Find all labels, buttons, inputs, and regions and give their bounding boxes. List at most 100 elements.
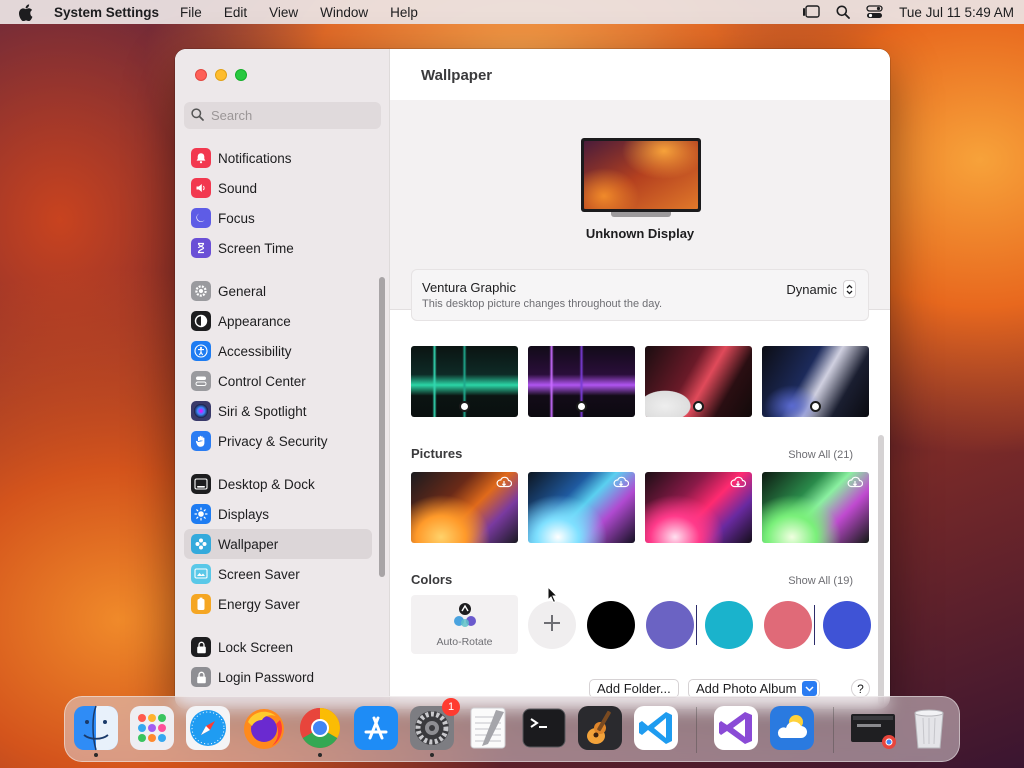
- dynamic-badge-icon: [693, 401, 704, 412]
- sidebar-item-login-password[interactable]: Login Password: [184, 662, 372, 692]
- sidebar-scrollbar[interactable]: [379, 277, 385, 577]
- dock-app-terminal[interactable]: [520, 704, 568, 752]
- sidebar-item-notifications[interactable]: Notifications: [184, 143, 372, 173]
- sidebar-item-label: Lock Screen: [218, 639, 294, 655]
- pictures-show-all[interactable]: Show All (21): [788, 449, 853, 461]
- dock-app-system-settings[interactable]: 1: [408, 698, 460, 757]
- running-indicator: [430, 753, 434, 757]
- stage-manager-icon[interactable]: [802, 5, 820, 19]
- menu-app-name[interactable]: System Settings: [54, 5, 159, 20]
- weather-icon: [768, 706, 816, 755]
- sidebar-item-lock-screen[interactable]: Lock Screen: [184, 632, 372, 662]
- sidebar-item-label: Wallpaper: [218, 536, 279, 552]
- color-swatch[interactable]: [705, 600, 753, 649]
- wallpaper-thumbnail[interactable]: [528, 346, 635, 417]
- sidebar-group: Desktop & Dock Displays Wallpaper Screen Sa…: [184, 469, 372, 619]
- dynamic-badge-icon: [810, 401, 821, 412]
- color-swatch[interactable]: [764, 600, 815, 649]
- wallpaper-thumbnail[interactable]: [762, 346, 869, 417]
- dock-app-finder[interactable]: [72, 704, 120, 757]
- color-swatch[interactable]: [823, 600, 871, 649]
- picture-thumbnail[interactable]: [411, 472, 518, 543]
- close-window-button[interactable]: [195, 69, 207, 81]
- menu-file[interactable]: File: [180, 5, 202, 20]
- sidebar-item-screen-saver[interactable]: Screen Saver: [184, 559, 372, 589]
- colors-show-all[interactable]: Show All (19): [788, 575, 853, 587]
- content-scrollbar[interactable]: [878, 435, 884, 705]
- dock-app-visual-studio[interactable]: [712, 704, 760, 752]
- menu-window[interactable]: Window: [320, 5, 368, 20]
- sidebar-item-label: Screen Saver: [218, 566, 300, 582]
- sidebar-item-desktop-and-dock[interactable]: Desktop & Dock: [184, 469, 372, 499]
- terminal-icon: [520, 708, 568, 755]
- zoom-window-button[interactable]: [235, 69, 247, 81]
- dock-app-app-store[interactable]: [352, 704, 400, 752]
- sidebar-item-accessibility[interactable]: Accessibility: [184, 336, 372, 366]
- menu-help[interactable]: Help: [390, 5, 418, 20]
- dock-app-weather[interactable]: [768, 704, 816, 752]
- sidebar-item-wallpaper[interactable]: Wallpaper: [184, 529, 372, 559]
- minimize-window-button[interactable]: [215, 69, 227, 81]
- sidebar-item-label: Privacy & Security: [218, 433, 328, 449]
- dock-app-garageband[interactable]: [576, 704, 624, 752]
- menubar-clock[interactable]: Tue Jul 11 5:49 AM: [899, 5, 1014, 20]
- wallpaper-info-box: Ventura Graphic This desktop picture cha…: [411, 269, 869, 321]
- sidebar-item-screen-time[interactable]: Screen Time: [184, 233, 372, 263]
- running-indicator: [318, 753, 322, 757]
- search-input[interactable]: [211, 108, 371, 123]
- picture-thumbnail[interactable]: [762, 472, 869, 543]
- window-controls: [195, 69, 247, 81]
- wallpaper-mode-popup[interactable]: Dynamic: [786, 280, 856, 298]
- mouse-pointer-icon: [547, 585, 559, 607]
- sidebar-item-sound[interactable]: Sound: [184, 173, 372, 203]
- sidebar-group: General Appearance Accessibility Control Ce…: [184, 276, 372, 456]
- dock-app-trash[interactable]: [905, 704, 953, 752]
- appearance-icon: [191, 311, 211, 331]
- sidebar-search[interactable]: [184, 102, 381, 129]
- screen-saver-icon: [191, 564, 211, 584]
- control-center-menu-icon[interactable]: [866, 5, 883, 19]
- sun-icon: [191, 504, 211, 524]
- pictures-row: [411, 472, 869, 543]
- menu-edit[interactable]: Edit: [224, 5, 247, 20]
- wallpaper-thumbnail[interactable]: [645, 346, 752, 417]
- sidebar-item-control-center[interactable]: Control Center: [184, 366, 372, 396]
- color-swatch[interactable]: [646, 600, 697, 649]
- dock-app-textedit[interactable]: [464, 704, 512, 752]
- menu-view[interactable]: View: [269, 5, 298, 20]
- sidebar-group: Lock Screen Login Password: [184, 632, 372, 692]
- dock: 1: [64, 696, 960, 762]
- dock-app-chrome-window[interactable]: [849, 704, 897, 752]
- cloud-download-icon: [847, 476, 864, 491]
- wallpaper-gallery[interactable]: Pictures Show All (21) Colors Show All (…: [390, 331, 890, 709]
- dock-app-launchpad[interactable]: [128, 704, 176, 752]
- sidebar-item-privacy-and-security[interactable]: Privacy & Security: [184, 426, 372, 456]
- sidebar-item-focus[interactable]: Focus: [184, 203, 372, 233]
- moon-icon: [191, 208, 211, 228]
- wallpaper-thumbnail[interactable]: [411, 346, 518, 417]
- siri-icon: [191, 401, 211, 421]
- sidebar-nav: Notifications Sound Focus Screen Time Genera…: [184, 143, 372, 705]
- auto-rotate-tile[interactable]: Auto-Rotate: [411, 595, 518, 654]
- dock-app-safari[interactable]: [184, 704, 232, 752]
- sidebar-item-siri-and-spotlight[interactable]: Siri & Spotlight: [184, 396, 372, 426]
- chrome-window-icon: [849, 714, 897, 755]
- sidebar-item-general[interactable]: General: [184, 276, 372, 306]
- apple-menu-icon[interactable]: [18, 3, 34, 21]
- sidebar-item-appearance[interactable]: Appearance: [184, 306, 372, 336]
- visual-studio-icon: [712, 706, 760, 755]
- sidebar-item-energy-saver[interactable]: Energy Saver: [184, 589, 372, 619]
- sidebar-item-label: Desktop & Dock: [218, 476, 315, 492]
- dock-app-firefox[interactable]: [240, 704, 288, 752]
- lock-icon: [191, 637, 211, 657]
- wallpaper-description: This desktop picture changes throughout …: [422, 298, 663, 310]
- add-color-button[interactable]: [528, 600, 576, 649]
- sidebar-item-displays[interactable]: Displays: [184, 499, 372, 529]
- sidebar-item-label: Notifications: [218, 150, 292, 166]
- spotlight-search-icon[interactable]: [836, 5, 851, 19]
- picture-thumbnail[interactable]: [528, 472, 635, 543]
- color-swatch[interactable]: [587, 600, 635, 649]
- dock-app-vs-code[interactable]: [632, 704, 680, 752]
- dock-app-chrome[interactable]: [296, 704, 344, 757]
- picture-thumbnail[interactable]: [645, 472, 752, 543]
